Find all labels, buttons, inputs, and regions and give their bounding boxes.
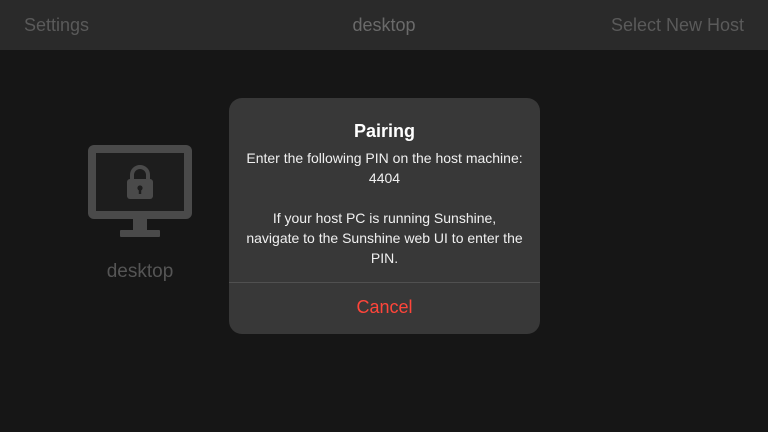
pairing-dialog: Pairing Enter the following PIN on the h… [229, 98, 540, 334]
dialog-title: Pairing [353, 121, 415, 141]
host-tile[interactable]: desktop [78, 140, 202, 290]
host-label: desktop [106, 261, 174, 282]
monitor-lock-icon [88, 145, 192, 237]
pin-instruction-text: Enter the following PIN on the host mach… [246, 150, 523, 186]
select-new-host-button[interactable]: Select New Host [611, 14, 744, 36]
cancel-button[interactable]: Cancel [229, 283, 540, 334]
app-screen: Settings desktop Select New Host desktop… [0, 0, 768, 432]
sunshine-instruction-text: If your host PC is running Sunshine, nav… [246, 210, 523, 266]
top-navigation-bar: Settings desktop Select New Host [0, 0, 768, 50]
dialog-message: Enter the following PIN on the host mach… [245, 148, 524, 268]
